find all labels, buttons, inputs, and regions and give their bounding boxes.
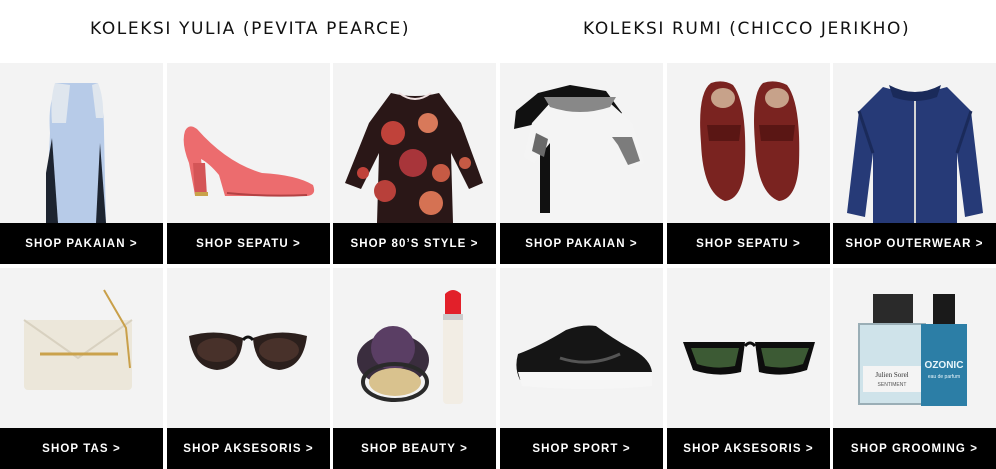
tile-shop-sepatu-women[interactable]: SHOP SEPATU > (167, 63, 330, 264)
tile-shop-sport[interactable]: SHOP SPORT > (500, 268, 663, 469)
tile-shop-sepatu-men[interactable]: SHOP SEPATU > (667, 63, 830, 264)
tile-label-bar: SHOP SPORT > (500, 428, 663, 469)
makeup-icon (333, 268, 496, 428)
tile-shop-aksesoris-men[interactable]: SHOP AKSESORIS > (667, 268, 830, 469)
collection-title-rumi: KOLEKSI RUMI (CHICCO JERIKHO) (583, 19, 911, 39)
tile-shop-beauty[interactable]: SHOP BEAUTY > (333, 268, 496, 469)
loafers-icon (667, 63, 830, 223)
tile-label-bar: SHOP GROOMING > (833, 428, 996, 469)
clutch-bag-icon (0, 268, 163, 428)
tile-label-bar: SHOP BEAUTY > (333, 428, 496, 469)
tile-shop-outerwear[interactable]: SHOP OUTERWEAR > (833, 63, 996, 264)
tshirts-icon (500, 63, 663, 223)
pump-shoe-icon (167, 63, 330, 223)
perfume-sub-text: SENTIMENT (878, 382, 907, 388)
perfume-brand-text: Julien Sorel (875, 371, 908, 379)
tile-label-bar: SHOP TAS > (0, 428, 163, 469)
tile-label-bar: SHOP OUTERWEAR > (833, 223, 996, 264)
collection-title-yulia: KOLEKSI YULIA (PEVITA PEARCE) (90, 19, 411, 39)
tile-label-bar: SHOP AKSESORIS > (167, 428, 330, 469)
bomber-jacket-icon (833, 63, 996, 223)
tile-shop-pakaian-men[interactable]: SHOP PAKAIAN > (500, 63, 663, 264)
tile-shop-aksesoris-women[interactable]: SHOP AKSESORIS > (167, 268, 330, 469)
tile-shop-tas[interactable]: SHOP TAS > (0, 268, 163, 469)
perfume-icon: Julien Sorel SENTIMENT OZONIC eau de par… (833, 268, 996, 428)
tile-label-bar: SHOP SEPATU > (167, 223, 330, 264)
tile-label-bar: SHOP PAKAIAN > (0, 223, 163, 264)
tile-label-bar: SHOP SEPATU > (667, 223, 830, 264)
ozonic-name-text: OZONIC (925, 360, 964, 371)
sunglasses-icon (167, 268, 330, 428)
tile-shop-pakaian-women[interactable]: SHOP PAKAIAN > (0, 63, 163, 264)
tile-label-bar: SHOP AKSESORIS > (667, 428, 830, 469)
tile-shop-80s-style[interactable]: SHOP 80’S STYLE > (333, 63, 496, 264)
ozonic-sub-text: eau de parfum (928, 374, 960, 380)
tile-label-bar: SHOP 80’S STYLE > (333, 223, 496, 264)
floral-blouse-icon (333, 63, 496, 223)
tile-shop-grooming[interactable]: Julien Sorel SENTIMENT OZONIC eau de par… (833, 268, 996, 469)
collection-headers: KOLEKSI YULIA (PEVITA PEARCE) KOLEKSI RU… (0, 0, 996, 63)
wayfarer-sunglasses-icon (667, 268, 830, 428)
sneaker-icon (500, 268, 663, 428)
dress-icon (0, 63, 163, 223)
tile-label-bar: SHOP PAKAIAN > (500, 223, 663, 264)
